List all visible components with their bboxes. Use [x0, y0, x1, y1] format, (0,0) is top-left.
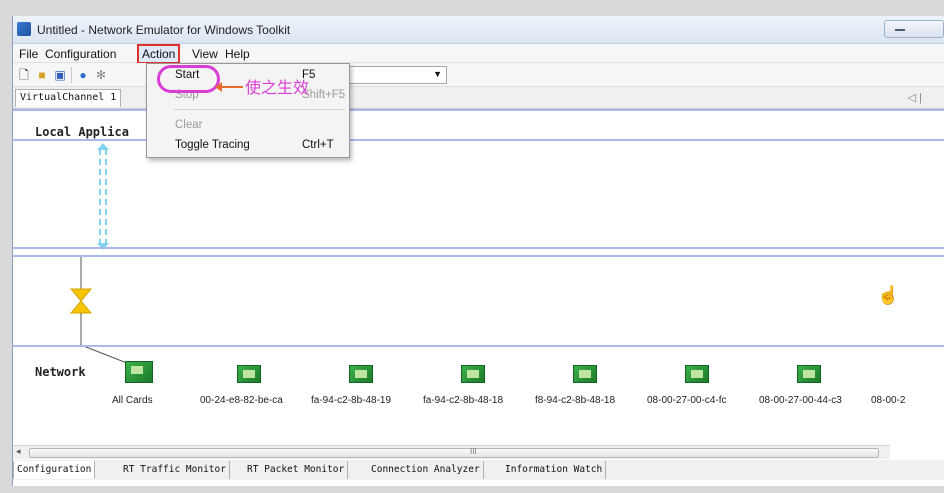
annotation-text: 使之生效 [245, 78, 310, 97]
tab-virtualchannel-1[interactable]: VirtualChannel 1 [15, 89, 122, 107]
action-menu: Start F5 Stop Shift+F5 Clear Toggle Trac… [146, 63, 350, 158]
card-label: fa-94-c2-8b-48-18 [423, 395, 504, 406]
network-card-icon[interactable] [461, 365, 485, 383]
globe-icon[interactable]: ● [76, 68, 90, 82]
card-label: All Cards [112, 395, 153, 406]
horizontal-scrollbar[interactable]: ◂ III [13, 445, 890, 459]
card-label: f8-94-c2-8b-48-18 [535, 395, 616, 406]
card-label: 08-00-2 [871, 395, 906, 406]
tab-rt-traffic-monitor[interactable]: RT Traffic Monitor [120, 461, 230, 479]
menu-item-clear[interactable]: Clear [147, 116, 349, 136]
network-card-icon[interactable] [797, 365, 821, 383]
card-label: fa-94-c2-8b-48-19 [311, 395, 392, 406]
annotation-arrow-icon [215, 82, 243, 92]
menu-help[interactable]: Help [222, 46, 253, 62]
start-highlight-circle [157, 65, 220, 93]
minimize-icon [895, 29, 905, 31]
app-icon [17, 22, 31, 36]
network-card-icon[interactable] [349, 365, 373, 383]
menu-view[interactable]: View [189, 46, 221, 62]
link-node-top-icon[interactable] [69, 288, 93, 302]
card-label: 08-00-27-00-c4-fc [647, 395, 727, 406]
title-bar: Untitled - Network Emulator for Windows … [13, 16, 944, 44]
open-folder-icon[interactable]: ■ [35, 68, 49, 82]
settings-icon[interactable]: ✻ [94, 68, 108, 82]
tab-rt-packet-monitor[interactable]: RT Packet Monitor [244, 461, 349, 479]
app-window: Untitled - Network Emulator for Windows … [12, 16, 944, 486]
new-file-icon[interactable]: 🗋 [17, 68, 31, 82]
network-card-icon[interactable] [573, 365, 597, 383]
link-node-bottom-icon[interactable] [69, 300, 93, 314]
network-card-icon[interactable] [685, 365, 709, 383]
card-label: 08-00-27-00-44-c3 [759, 395, 842, 406]
menu-item-toggle-tracing[interactable]: Toggle Tracing Ctrl+T [147, 136, 349, 156]
menu-separator [173, 109, 345, 110]
scroll-grip-icon: III [470, 447, 477, 456]
card-label: 00-24-e8-82-be-ca [200, 395, 283, 406]
toolbar-separator [71, 67, 72, 83]
network-card-icon[interactable] [237, 365, 261, 383]
menu-action[interactable]: Action [137, 44, 181, 64]
hand-cursor-icon: ☝ [877, 285, 900, 305]
menu-item-shortcut: Ctrl+T [302, 139, 334, 151]
tab-scroll-left-icon[interactable]: ◁ | [908, 91, 922, 104]
channel-combo[interactable]: ▼ [345, 66, 447, 84]
tab-information-watch[interactable]: Information Watch [502, 461, 607, 479]
menu-file[interactable]: File [16, 46, 41, 62]
minimize-button[interactable] [884, 20, 944, 38]
emulator-canvas[interactable]: Local Applica ☝ Network All Cards 00-24-… [13, 109, 944, 445]
menu-item-label: Clear [175, 119, 203, 131]
all-cards-icon[interactable] [125, 361, 153, 383]
menu-configuration[interactable]: Configuration [42, 46, 119, 62]
bottom-tab-strip: Configuration RT Traffic Monitor RT Pack… [13, 460, 944, 480]
menu-bar: File Configuration Action View Help [13, 44, 944, 64]
network-label: Network [35, 365, 86, 379]
menu-item-label: Toggle Tracing [175, 139, 250, 151]
network-lane-divider [13, 345, 944, 347]
scroll-left-icon[interactable]: ◂ [16, 446, 21, 457]
window-title: Untitled - Network Emulator for Windows … [37, 23, 291, 37]
save-icon[interactable]: ▣ [53, 68, 67, 82]
scroll-thumb[interactable]: III [29, 447, 879, 458]
tab-connection-analyzer[interactable]: Connection Analyzer [368, 461, 484, 479]
chevron-down-icon: ▼ [433, 69, 442, 79]
tab-configuration[interactable]: Configuration [13, 461, 96, 479]
